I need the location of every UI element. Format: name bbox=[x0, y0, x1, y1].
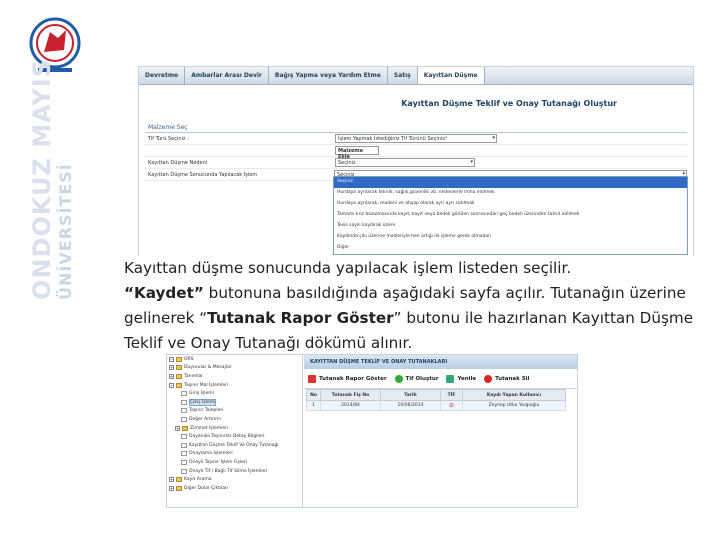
form-row-tif-turu: Tif Türü Seçiniz : İşlem Yapmak İstediği… bbox=[145, 133, 687, 145]
column-header[interactable]: TİF bbox=[440, 389, 463, 401]
page-icon bbox=[181, 451, 187, 457]
column-header[interactable]: Kaydı Yapan Kullanıcı bbox=[462, 389, 566, 401]
folder-icon bbox=[176, 477, 182, 483]
tree-node[interactable]: + Tanımlar bbox=[167, 372, 302, 381]
page-icon bbox=[181, 468, 187, 474]
folder-icon bbox=[176, 485, 182, 491]
university-name-vertical: ONDOKUZ MAYIS ÜNİVERSİTESİ bbox=[28, 59, 75, 300]
rapor-goster-emphasis: Tutanak Rapor Göster bbox=[207, 309, 394, 327]
section-header: Malzeme Seç bbox=[145, 123, 687, 133]
tree-node[interactable]: Taşınır Talepleri bbox=[167, 407, 302, 416]
dusme-nedeni-label: Kayıttan Düşme Nedeni bbox=[148, 159, 208, 166]
university-name-line2: ÜNİVERSİTESİ bbox=[56, 163, 75, 300]
form-row-dusme-nedeni: Kayıttan Düşme Nedeni Seçiniz ▾ bbox=[145, 157, 687, 169]
page-icon bbox=[181, 399, 187, 405]
tab-ambarlar-arasi-devir[interactable]: Ambarlar Arası Devir bbox=[185, 67, 269, 84]
tab-kayittan-dusme[interactable]: Kayıttan Düşme bbox=[417, 67, 485, 84]
yenile-button[interactable]: Yenile bbox=[446, 374, 476, 383]
chevron-down-icon: ▾ bbox=[492, 135, 495, 141]
tree-node[interactable]: + Zimmet İşlemleri bbox=[167, 424, 302, 433]
dropdown-option[interactable]: Tesis sayılı kaydırak üzere bbox=[334, 221, 687, 232]
folder-icon bbox=[176, 373, 182, 379]
tree-node[interactable]: Giriş İşlemi bbox=[167, 389, 302, 398]
delete-icon bbox=[484, 374, 493, 383]
yapilacak-islem-dropdown: Seçiniz Hurdaya ayrılarak teknik, sağlık… bbox=[333, 176, 688, 255]
description-text: Kayıttan düşme sonucunda yapılacak işlem… bbox=[124, 256, 704, 356]
tree-node[interactable]: − Taşınır Mal İşlemleri bbox=[167, 381, 302, 390]
tab-bar: Devretme Ambarlar Arası Devir Bağış Yapm… bbox=[139, 67, 693, 85]
folder-icon bbox=[176, 382, 182, 388]
cancel-icon: ⊘ bbox=[448, 402, 455, 409]
tree-node[interactable]: Onaylı Tif / Bağlı Tif Silme İşlemleri bbox=[167, 467, 302, 476]
malzeme-ekle-button[interactable]: Malzeme Ekle bbox=[335, 146, 379, 160]
dropdown-option[interactable]: Hurdaya ayrılarak teknik, sağlık,güvenli… bbox=[334, 188, 687, 199]
tutanak-table: No Tutanak Fiş No Tarih TİF Kaydı Yapan … bbox=[306, 389, 566, 411]
column-header[interactable]: Tarih bbox=[380, 389, 441, 401]
dropdown-option[interactable]: Seçiniz bbox=[334, 177, 687, 188]
toolbar: Tutanak Rapor Göster Tif Oluştur Yenile … bbox=[304, 369, 577, 389]
column-header[interactable]: No bbox=[306, 389, 321, 401]
university-name-line1: ONDOKUZ MAYIS bbox=[28, 59, 56, 300]
dropdown-option[interactable]: Kaydında çıkı üzerine malzeriyle hen art… bbox=[334, 232, 687, 243]
tutanak-panel: KAYITTAN DÜŞME TEKLİF VE ONAY TUTANAKLAR… bbox=[304, 355, 577, 507]
tree-node[interactable]: + Diğer Dolar Çıktıları bbox=[167, 484, 302, 493]
tab-devretme[interactable]: Devretme bbox=[139, 67, 186, 84]
chevron-down-icon: ▾ bbox=[470, 159, 473, 165]
table-row[interactable]: 1 2014/84 10/06/2014 ⊘ Zeynep Utku Yargı… bbox=[306, 400, 566, 411]
tree-node[interactable]: Onaylı Taşınır İşlem Fişleri bbox=[167, 458, 302, 467]
yapilacak-islem-label: Kayıttan Düşme Sonucunda Yapılacak İşlem bbox=[148, 171, 258, 178]
dropdown-option[interactable]: Diğer bbox=[334, 243, 687, 254]
page-icon bbox=[181, 442, 187, 448]
tab-bagis-yapma[interactable]: Bağış Yapma veya Yardım Etme bbox=[269, 67, 388, 84]
panel-title: KAYITTAN DÜŞME TEKLİF VE ONAY TUTANAKLAR… bbox=[304, 355, 577, 369]
kaydet-emphasis: “Kaydet” bbox=[124, 284, 204, 302]
save-icon bbox=[446, 374, 455, 383]
dusme-nedeni-select[interactable]: Seçiniz ▾ bbox=[335, 158, 475, 167]
folder-icon bbox=[176, 356, 182, 362]
column-header[interactable]: Tutanak Fiş No bbox=[320, 389, 381, 401]
tree-node[interactable]: Onaylama İşlemleri bbox=[167, 450, 302, 459]
pdf-icon bbox=[308, 374, 316, 383]
page-icon bbox=[181, 459, 187, 465]
folder-icon bbox=[176, 365, 182, 371]
tree-node[interactable]: + Kayıt Arama bbox=[167, 475, 302, 484]
tutanak-rapor-goster-button[interactable]: Tutanak Rapor Göster bbox=[308, 374, 387, 383]
form-row-malzeme-ekle: Malzeme Ekle bbox=[145, 145, 687, 160]
folder-icon bbox=[182, 425, 188, 431]
top-screenshot: Devretme Ambarlar Arası Devir Bağış Yapm… bbox=[138, 66, 694, 264]
page-icon bbox=[181, 391, 187, 397]
page-icon bbox=[181, 416, 187, 422]
tree-node[interactable]: Dayanıklı Taşınırlar Detay Bilgileri bbox=[167, 432, 302, 441]
dropdown-option[interactable]: Tamamı kriz bozulmasında kayıt, kayıt ve… bbox=[334, 210, 687, 221]
bottom-screenshot: − ORS + Duyurular & Mesajlar + Tanımlar − Ta… bbox=[166, 354, 578, 508]
tree-node-selected[interactable]: Çıkış İşlemi bbox=[167, 398, 302, 407]
tif-olustur-button[interactable]: Tif Oluştur bbox=[394, 374, 438, 383]
tutanak-sil-button[interactable]: Tutanak Sil bbox=[484, 374, 529, 383]
tif-turu-select[interactable]: İşlem Yapmak İstediğiniz Tif Türünü Seçi… bbox=[335, 134, 497, 143]
tree-node[interactable]: + Duyurular & Mesajlar bbox=[167, 364, 302, 373]
tree-node[interactable]: − ORS bbox=[167, 355, 302, 364]
refresh-icon bbox=[394, 374, 403, 383]
form-title: Kayıttan Düşme Teklif ve Onay Tutanağı O… bbox=[401, 99, 617, 108]
navigation-tree: − ORS + Duyurular & Mesajlar + Tanımlar − Ta… bbox=[167, 355, 303, 507]
tree-node[interactable]: Kayıttan Düşme Teklif Ve Onay Tutanağı bbox=[167, 441, 302, 450]
tree-node[interactable]: Değer Artırımı bbox=[167, 415, 302, 424]
tab-satis[interactable]: Satış bbox=[388, 67, 418, 84]
tif-turu-label: Tif Türü Seçiniz : bbox=[148, 135, 189, 142]
page-icon bbox=[181, 408, 187, 414]
dropdown-option[interactable]: Hurdaya ayrılarak, madeni ve ahşap olara… bbox=[334, 199, 687, 210]
page-icon bbox=[181, 434, 187, 440]
